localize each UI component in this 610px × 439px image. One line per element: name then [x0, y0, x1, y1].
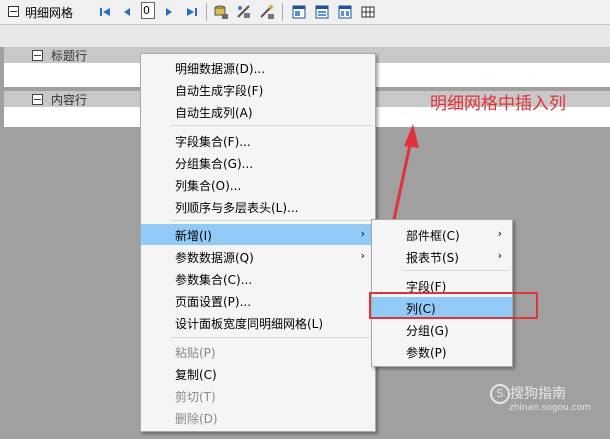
menu-item-label: 剪切(T)	[175, 390, 216, 404]
menu-item-label: 列集合(O)...	[175, 179, 242, 193]
menu-separator	[402, 270, 510, 271]
sogou-logo-icon: S	[490, 384, 510, 404]
menu-item-panel-width[interactable]: 设计面板宽度同明细网格(L)	[141, 312, 375, 333]
menu-item-label: 字段集合(F)...	[175, 135, 251, 149]
menu-item-column-collection[interactable]: 列集合(O)...	[141, 174, 375, 195]
menu-item-label: 自动生成字段(F)	[175, 84, 264, 98]
chevron-right-icon: ›	[360, 249, 365, 262]
menu-item-group-collection[interactable]: 分组集合(G)...	[141, 152, 375, 173]
menu-item-cut[interactable]: 剪切(T)	[141, 385, 375, 406]
menu-item-label: 列顺序与多层表头(L)...	[175, 201, 299, 215]
menu-item-page-setup[interactable]: 页面设置(P)...	[141, 290, 375, 311]
menu-separator	[171, 337, 373, 338]
chevron-right-icon: ›	[360, 227, 365, 240]
watermark-brand: 搜狗指南	[510, 386, 566, 402]
submenu-item-label: 参数(P)	[406, 346, 447, 360]
menu-item-label: 粘贴(P)	[175, 346, 216, 360]
submenu-item-label: 部件框(C)	[406, 229, 460, 243]
submenu-item-label: 报表节(S)	[406, 251, 459, 265]
submenu-item-parameter[interactable]: 参数(P)	[372, 341, 512, 362]
menu-item-auto-generate-columns[interactable]: 自动生成列(A)	[141, 101, 375, 122]
submenu-item-group[interactable]: 分组(G)	[372, 319, 512, 340]
submenu-item-component-box[interactable]: 部件框(C) ›	[372, 224, 512, 245]
menu-item-auto-generate-fields[interactable]: 自动生成字段(F)	[141, 79, 375, 100]
chevron-right-icon: ›	[497, 249, 502, 262]
menu-item-column-order[interactable]: 列顺序与多层表头(L)...	[141, 196, 375, 217]
menu-item-label: 设计面板宽度同明细网格(L)	[175, 317, 324, 331]
watermark-url: zhinan.sogou.com	[509, 403, 591, 413]
context-menu: 明细数据源(D)... 自动生成字段(F) 自动生成列(A) 字段集合(F)..…	[140, 53, 376, 432]
menu-item-label: 复制(C)	[175, 368, 217, 382]
menu-item-param-collection[interactable]: 参数集合(C)...	[141, 268, 375, 289]
menu-item-label: 新增(I)	[175, 229, 212, 243]
menu-item-label: 页面设置(P)...	[175, 295, 252, 309]
submenu-item-label: 分组(G)	[406, 324, 449, 338]
menu-item-insert[interactable]: 新增(I) ›	[141, 224, 375, 245]
menu-item-label: 自动生成列(A)	[175, 106, 253, 120]
menu-item-copy[interactable]: 复制(C)	[141, 363, 375, 384]
chevron-right-icon: ›	[497, 227, 502, 240]
menu-item-param-datasource[interactable]: 参数数据源(Q) ›	[141, 246, 375, 267]
menu-separator	[171, 220, 373, 221]
submenu-item-report-section[interactable]: 报表节(S) ›	[372, 246, 512, 267]
highlight-box	[369, 292, 538, 319]
menu-item-label: 分组集合(G)...	[175, 157, 254, 171]
menu-item-paste[interactable]: 粘贴(P)	[141, 341, 375, 362]
menu-item-field-collection[interactable]: 字段集合(F)...	[141, 130, 375, 151]
menu-item-delete[interactable]: 删除(D)	[141, 407, 375, 428]
menu-item-label: 删除(D)	[175, 412, 218, 426]
menu-item-label: 参数集合(C)...	[175, 273, 253, 287]
menu-item-detail-datasource[interactable]: 明细数据源(D)...	[141, 57, 375, 78]
menu-item-label: 参数数据源(Q)	[175, 251, 254, 265]
menu-separator	[171, 125, 373, 126]
menu-item-label: 明细数据源(D)...	[175, 62, 266, 76]
